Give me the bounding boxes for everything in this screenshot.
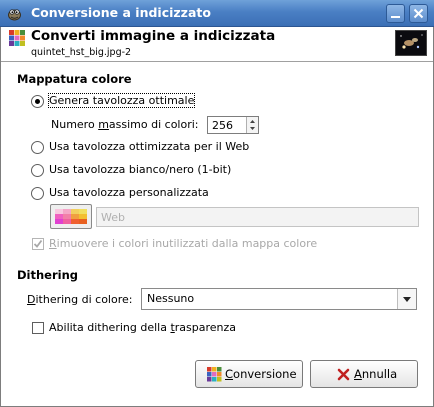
- color-dithering-value[interactable]: Nessuno: [147, 292, 194, 305]
- max-colors-label: Numero massimo di colori:: [51, 118, 199, 131]
- image-name: quintet_hst_big.jpg-2: [31, 47, 132, 58]
- dialog-header: Converti immagine a indicizzata quintet_…: [1, 27, 433, 61]
- radio-label-web-palette[interactable]: Usa tavolozza ottimizzata per il Web: [49, 140, 249, 153]
- close-button[interactable]: [409, 4, 428, 23]
- minimize-button[interactable]: [386, 4, 405, 23]
- custom-palette-value: Web: [101, 211, 125, 224]
- convert-indexed-icon: [9, 30, 25, 46]
- spin-arrows[interactable]: [246, 117, 258, 133]
- checkmark-icon: [33, 239, 43, 248]
- convert-indexed-icon: [207, 367, 222, 382]
- palette-swatch-icon: [55, 209, 87, 224]
- convert-button[interactable]: Conversione: [195, 360, 303, 388]
- transparency-dithering-label[interactable]: Abilita dithering della trasparenza: [49, 321, 236, 334]
- radio-label-bw-palette[interactable]: Usa tavolozza bianco/nero (1-bit): [49, 163, 231, 176]
- radio-custom-palette[interactable]: [31, 187, 44, 200]
- chevron-down-icon[interactable]: [398, 289, 416, 309]
- dropdown-toggle[interactable]: [397, 289, 416, 309]
- cancel-button-label: Annulla: [354, 367, 398, 381]
- radio-web-palette[interactable]: [31, 141, 44, 154]
- close-icon: [413, 8, 424, 19]
- max-colors-spinbutton[interactable]: 256: [207, 116, 259, 134]
- max-colors-value[interactable]: 256: [212, 119, 233, 132]
- dithering-section-title: Dithering: [17, 268, 79, 282]
- minimize-icon: [391, 16, 400, 18]
- color-dithering-label: Dithering di colore:: [27, 293, 133, 306]
- palette-select-button[interactable]: [50, 204, 92, 229]
- spin-up-down-icon[interactable]: [247, 117, 258, 133]
- colormap-section-title: Mappatura colore: [17, 72, 132, 86]
- dialog-body: Converti immagine a indicizzata quintet_…: [0, 27, 434, 407]
- dialog-heading: Converti immagine a indicizzata: [31, 28, 276, 44]
- cancel-button[interactable]: Annulla: [310, 360, 418, 388]
- dialog-content: Mappatura colore Genera tavolozza ottima…: [5, 64, 429, 403]
- radio-bw-palette[interactable]: [31, 164, 44, 177]
- convert-button-label: Conversione: [225, 367, 297, 381]
- remove-unused-checkbox[interactable]: [32, 238, 44, 250]
- window-title: Conversione a indicizzato: [31, 5, 211, 20]
- radio-optimal-palette[interactable]: [31, 95, 44, 108]
- title-bar[interactable]: Conversione a indicizzato: [0, 0, 434, 27]
- radio-label-custom-palette[interactable]: Usa tavolozza personalizzata: [49, 186, 209, 199]
- radio-selected-dot: [35, 99, 40, 104]
- image-thumbnail: [395, 30, 427, 56]
- custom-palette-field: Web: [96, 207, 419, 227]
- cancel-x-icon: [337, 368, 350, 381]
- transparency-dithering-checkbox[interactable]: [32, 322, 44, 334]
- header-separator: [1, 61, 433, 63]
- remove-unused-label: Rimuovere i colori inutilizzati dalla ma…: [49, 237, 318, 250]
- gimp-app-icon[interactable]: [6, 5, 23, 22]
- color-dithering-dropdown[interactable]: Nessuno: [141, 288, 417, 310]
- radio-label-optimal-palette[interactable]: Genera tavolozza ottimale: [47, 93, 196, 108]
